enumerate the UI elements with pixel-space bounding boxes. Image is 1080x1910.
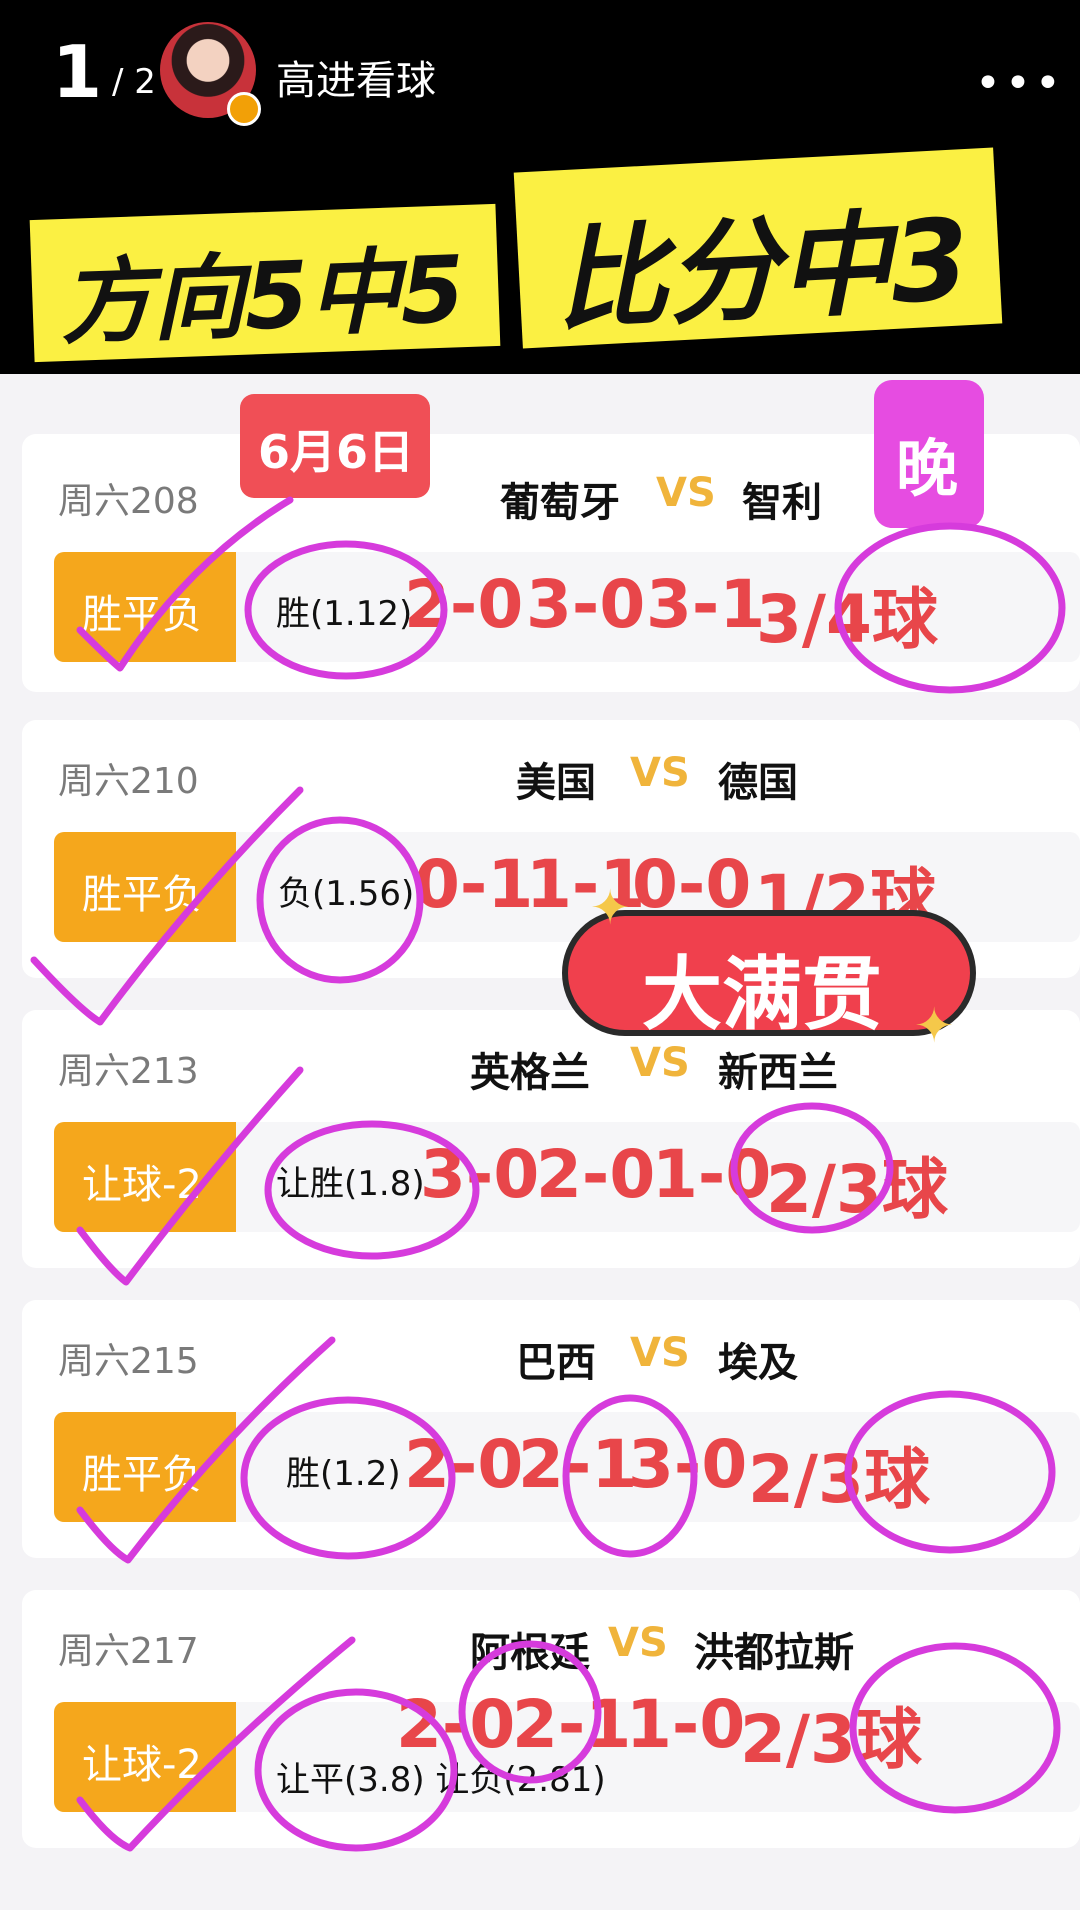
- score-prediction: 3-0: [628, 1426, 748, 1503]
- score-prediction: 2-1: [512, 1686, 632, 1763]
- score-prediction: 2-0: [404, 1426, 524, 1503]
- prediction-row: 胜(1.2) 2-0 2-1 3-0 2/3球: [236, 1412, 1080, 1522]
- score-prediction: 3-0: [526, 566, 646, 643]
- score-prediction: 2-0: [404, 566, 524, 643]
- bet-type-badge: 让球-2: [54, 1702, 236, 1812]
- score-prediction: 3-0: [420, 1136, 540, 1213]
- bet-type-badge: 胜平负: [54, 1412, 236, 1522]
- banner-score: 比分中3: [513, 147, 1003, 349]
- home-team: 葡萄牙: [500, 480, 620, 526]
- vs-label: VS: [608, 1620, 668, 1666]
- vs-label: VS: [630, 1040, 690, 1086]
- author-name[interactable]: 高进看球: [276, 48, 436, 106]
- bet-type-badge: 胜平负: [54, 832, 236, 942]
- away-team: 埃及: [718, 1340, 798, 1386]
- page-counter-total: / 2: [112, 62, 156, 102]
- date-tag-label: 6月6日: [258, 425, 415, 479]
- bet-type-badge: 胜平负: [54, 552, 236, 662]
- score-prediction: 1-0: [652, 1136, 772, 1213]
- vs-label: VS: [630, 1330, 690, 1376]
- vs-label: VS: [656, 470, 716, 516]
- goals-prediction: 2/3球: [766, 1151, 948, 1228]
- prediction-row: 胜(1.12) 2-0 3-0 3-1 3/4球: [236, 552, 1080, 662]
- sparkle-icon: ✦: [590, 880, 631, 936]
- away-team: 洪都拉斯: [694, 1630, 854, 1676]
- goals-prediction: 2/3球: [740, 1701, 922, 1778]
- goals-prediction: 3/4球: [756, 581, 938, 658]
- score-prediction: 1-0: [626, 1686, 746, 1763]
- match-card: 周六215 巴西 VS 埃及 胜平负 胜(1.2) 2-0 2-1 3-0 2/…: [22, 1300, 1080, 1558]
- prediction-row: 让胜(1.8) 3-0 2-0 1-0 2/3球: [236, 1122, 1080, 1232]
- pick-odds: 胜(1.12): [276, 594, 413, 634]
- date-tag: 6月6日: [240, 394, 430, 498]
- score-prediction: 2-0: [396, 1686, 516, 1763]
- bet-type-label: 胜平负: [82, 872, 202, 918]
- away-team: 智利: [742, 480, 822, 526]
- match-week: 周六208: [58, 481, 199, 522]
- bet-type-label: 胜平负: [82, 592, 202, 638]
- home-team: 巴西: [516, 1340, 596, 1386]
- night-tag-label: 晚: [896, 432, 959, 505]
- bet-type-label: 让球-2: [82, 1742, 202, 1788]
- home-team: 阿根廷: [470, 1630, 590, 1676]
- score-prediction: 3-1: [646, 566, 766, 643]
- match-week: 周六210: [58, 761, 199, 802]
- away-team: 新西兰: [718, 1050, 838, 1096]
- match-week: 周六215: [58, 1341, 199, 1382]
- score-prediction: 2-0: [536, 1136, 656, 1213]
- more-options-icon[interactable]: •••: [975, 58, 1065, 109]
- home-team: 美国: [516, 760, 596, 806]
- verified-badge-icon: [227, 92, 261, 126]
- bet-type-label: 胜平负: [82, 1452, 202, 1498]
- home-team: 英格兰: [470, 1050, 590, 1096]
- bet-type-badge: 让球-2: [54, 1122, 236, 1232]
- night-tag: 晚: [874, 380, 984, 528]
- pick-odds: 让胜(1.8): [276, 1164, 425, 1204]
- grand-slam-label: 大满贯: [642, 948, 882, 1041]
- score-prediction: 0-1: [414, 846, 534, 923]
- picks-image-panel: 周六208 葡萄牙 VS 智利 胜平负 胜(1.12) 2-0 3-0 3-1 …: [0, 374, 1080, 1910]
- match-week: 周六213: [58, 1051, 199, 1092]
- pick-odds: 胜(1.2): [286, 1454, 401, 1494]
- bet-type-label: 让球-2: [82, 1162, 202, 1208]
- banner-score-text: 比分中3: [552, 195, 973, 347]
- match-card: 周六217 阿根廷 VS 洪都拉斯 让球-2 让平(3.8) 让负(2.81) …: [22, 1590, 1080, 1848]
- page-counter-current: 1: [52, 30, 103, 114]
- away-team: 德国: [718, 760, 798, 806]
- banner-direction: 方向5中5: [29, 203, 501, 363]
- match-week: 周六217: [58, 1631, 199, 1672]
- banner-direction-text: 方向5中5: [58, 236, 467, 358]
- score-prediction: 2-1: [518, 1426, 638, 1503]
- vs-label: VS: [630, 750, 690, 796]
- prediction-row: 让平(3.8) 让负(2.81) 2-0 2-1 1-0 2/3球: [236, 1686, 1080, 1812]
- pick-odds: 负(1.56): [278, 874, 415, 914]
- goals-prediction: 2/3球: [748, 1441, 930, 1518]
- sparkle-icon: ✦: [914, 998, 955, 1054]
